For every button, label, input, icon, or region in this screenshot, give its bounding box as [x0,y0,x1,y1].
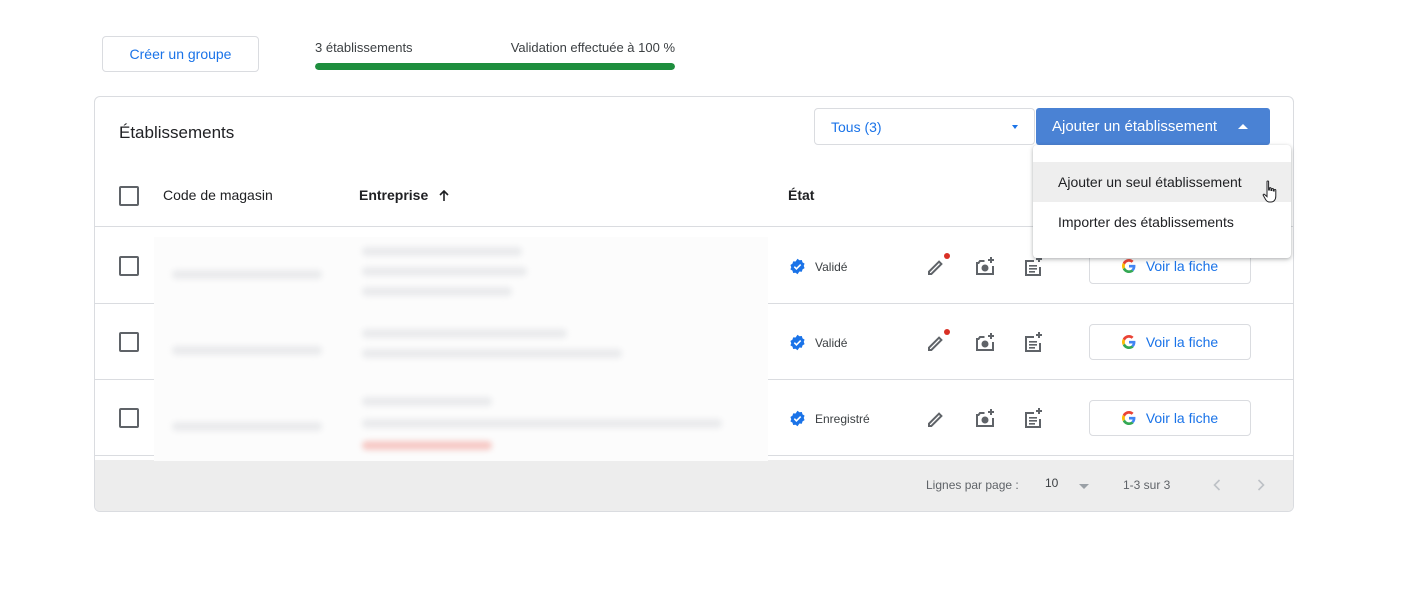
card-title: Établissements [119,123,235,142]
hand-pointer-icon [1262,180,1277,203]
verified-badge-icon [790,258,805,275]
column-business-label: Entreprise [359,187,429,203]
add-establishment-label: Ajouter un établissement [1052,118,1218,135]
page-range: 1-3 sur 3 [1123,478,1171,492]
view-listing-label: Voir la fiche [1145,258,1219,274]
caret-up-icon [1238,124,1248,129]
next-page-button[interactable] [1251,475,1271,495]
add-post-icon [1025,332,1042,352]
column-state[interactable]: État [788,187,814,203]
add-photo-button[interactable] [973,330,997,354]
status-text: Validé [815,259,848,274]
status-text: Validé [815,335,848,350]
validation-progress: 3 établissements Validation effectuée à … [315,40,675,70]
sort-arrow-up-icon [439,190,449,202]
caret-down-icon [1079,484,1089,489]
status: Validé [789,334,847,351]
column-business[interactable]: Entreprise [359,187,450,203]
establishment-count: 3 établissements [315,40,413,55]
google-g-icon [1121,411,1136,425]
create-group-button[interactable]: Créer un groupe [102,36,259,72]
edit-button[interactable] [925,329,950,354]
add-photo-button[interactable] [973,254,997,278]
table-footer: Lignes par page : 10 1-3 sur 3 [95,460,1293,511]
progress-bar [315,63,675,70]
rows-per-page-value: 10 [1045,476,1059,490]
add-post-button[interactable] [1021,406,1045,430]
previous-page-button[interactable] [1207,475,1227,495]
add-photo-icon [976,409,994,427]
add-photo-icon [976,257,994,275]
add-establishment-button[interactable]: Ajouter un établissement [1036,108,1270,145]
pencil-icon [928,412,943,427]
row-checkbox[interactable] [119,256,139,276]
notification-dot [944,329,950,335]
filter-selected-value: Tous (3) [831,118,882,135]
progress-fill [315,63,675,70]
google-g-icon [1121,259,1136,273]
chevron-left-icon [1213,479,1221,491]
row-checkbox[interactable] [119,332,139,352]
redacted-content [154,237,768,461]
chevron-right-icon [1257,479,1265,491]
menu-item-import[interactable]: Importer des établissements [1033,202,1291,242]
row-checkbox[interactable] [119,408,139,428]
status: Enregistré [789,410,870,427]
verified-badge-icon [790,334,805,351]
view-listing-label: Voir la fiche [1145,334,1219,350]
view-listing-label: Voir la fiche [1145,410,1219,426]
add-photo-button[interactable] [973,406,997,430]
rows-per-page-select[interactable]: 10 [1045,476,1091,496]
view-listing-button[interactable]: Voir la fiche [1089,400,1251,436]
add-post-icon [1025,408,1042,428]
edit-button[interactable] [925,253,950,278]
notification-dot [944,253,950,259]
filter-select[interactable]: Tous (3) [814,108,1035,145]
caret-down-icon [1012,125,1018,129]
rows-per-page-label: Lignes par page : [926,478,1019,492]
add-post-button[interactable] [1021,330,1045,354]
add-establishment-menu: Ajouter un seul établissement Importer d… [1033,145,1291,258]
select-all-checkbox[interactable] [119,186,139,206]
view-listing-button[interactable]: Voir la fiche [1089,324,1251,360]
status: Validé [789,258,847,275]
edit-button[interactable] [925,406,949,430]
google-g-icon [1121,335,1136,349]
column-store-code[interactable]: Code de magasin [163,187,273,203]
menu-item-add-single[interactable]: Ajouter un seul établissement [1033,162,1291,202]
add-photo-icon [976,333,994,351]
verified-badge-icon [790,410,805,427]
validation-status: Validation effectuée à 100 % [510,40,675,55]
status-text: Enregistré [815,411,870,426]
